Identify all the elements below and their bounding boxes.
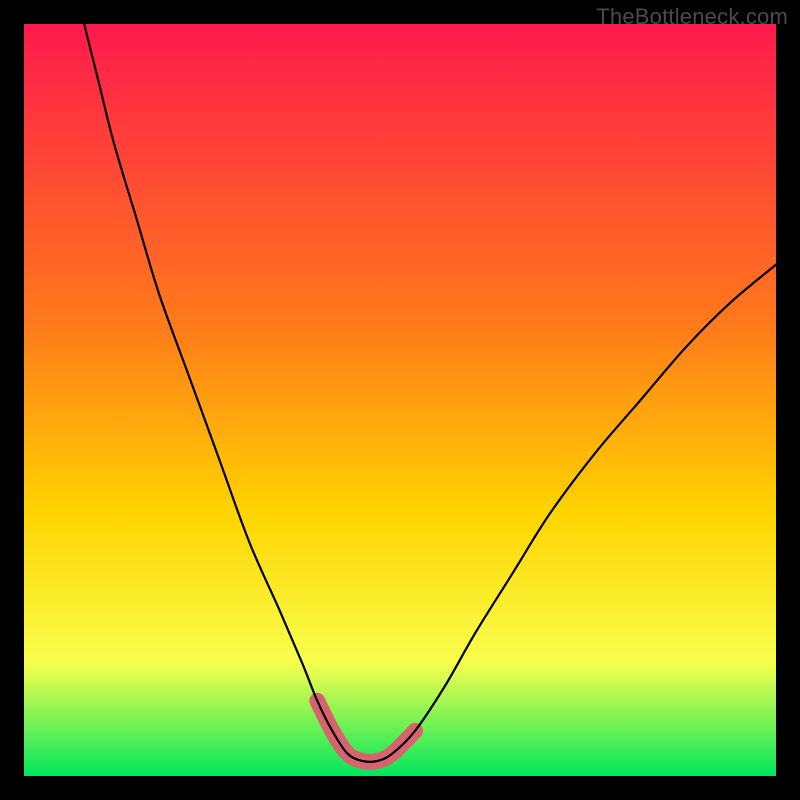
plot-area bbox=[24, 24, 776, 776]
bottleneck-chart bbox=[24, 24, 776, 776]
chart-frame: TheBottleneck.com bbox=[0, 0, 800, 800]
heatmap-background bbox=[24, 24, 776, 776]
